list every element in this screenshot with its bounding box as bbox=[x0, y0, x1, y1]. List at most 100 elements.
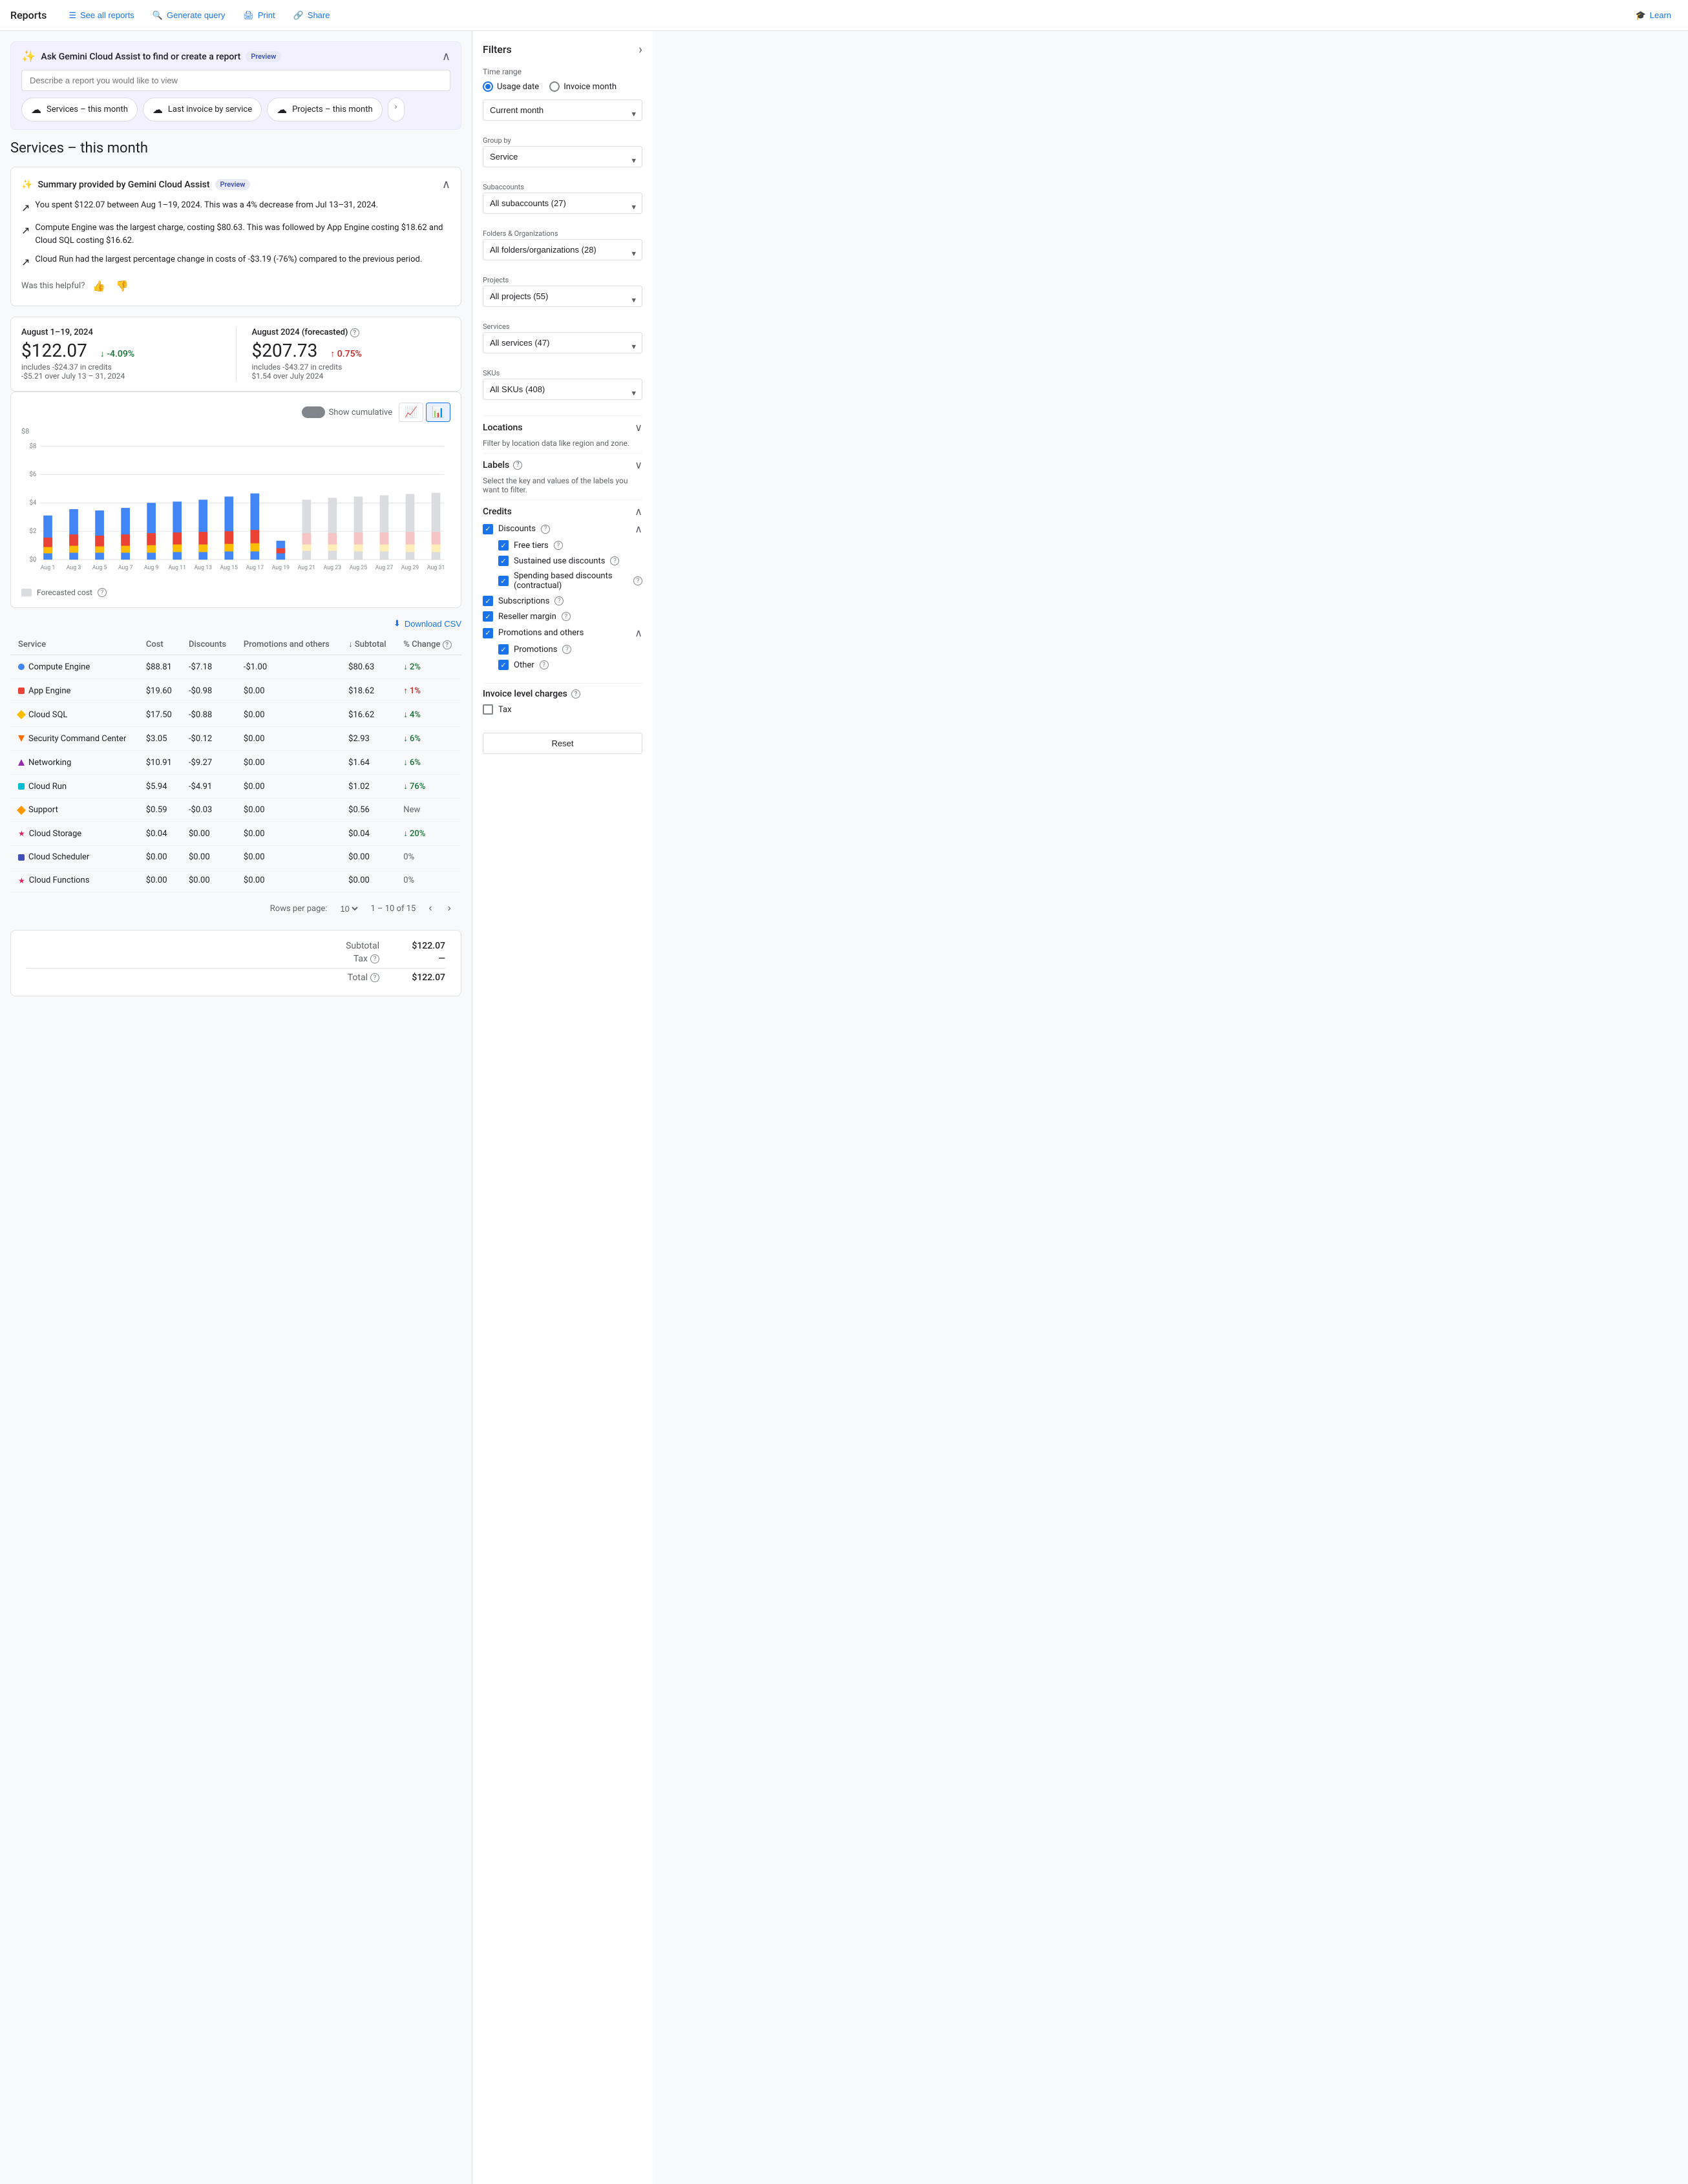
trend-icon-2: ↗ bbox=[21, 222, 30, 239]
projects-select[interactable]: All projects (55) bbox=[483, 286, 642, 307]
tax-filter-row[interactable]: Tax bbox=[483, 704, 642, 715]
credits-header[interactable]: Credits ∧ bbox=[483, 505, 642, 518]
other-help-icon[interactable]: ? bbox=[540, 660, 549, 669]
pagination-row: Rows per page: 10 25 50 1 – 10 of 15 ‹ › bbox=[10, 892, 461, 925]
page-title: Services – this month bbox=[10, 140, 461, 156]
subscriptions-row[interactable]: ✓ Subscriptions ? bbox=[483, 596, 642, 606]
reset-button[interactable]: Reset bbox=[483, 733, 642, 754]
skus-select[interactable]: All SKUs (408) bbox=[483, 379, 642, 400]
tax-help-icon[interactable]: ? bbox=[370, 954, 379, 963]
cumulative-toggle[interactable]: Show cumulative bbox=[302, 406, 393, 418]
col-discounts: Discounts bbox=[181, 634, 236, 655]
invoice-charges-section: Invoice level charges ? Tax bbox=[483, 683, 642, 725]
chip-services[interactable]: ☁ Services – this month bbox=[21, 98, 138, 121]
discounts-checkbox[interactable]: ✓ bbox=[483, 524, 493, 534]
share-button[interactable]: 🔗 Share bbox=[287, 6, 337, 25]
projects-label: Projects bbox=[483, 276, 642, 284]
skus-group: SKUs All SKUs (408) bbox=[483, 369, 642, 408]
chip-nav-forward[interactable]: › bbox=[388, 98, 405, 121]
download-csv-button[interactable]: ⬇ Download CSV bbox=[394, 618, 461, 629]
thumbs-down-button[interactable]: 👎 bbox=[113, 277, 131, 295]
promotions-sub-checkbox[interactable]: ✓ bbox=[498, 644, 509, 655]
reseller-row[interactable]: ✓ Reseller margin ? bbox=[483, 611, 642, 622]
col-change[interactable]: % Change ? bbox=[396, 634, 461, 655]
sustained-row[interactable]: ✓ Sustained use discounts ? bbox=[483, 556, 642, 566]
spending-checkbox[interactable]: ✓ bbox=[498, 576, 509, 586]
cell-subtotal: $0.00 bbox=[341, 846, 396, 869]
subaccounts-group: Subaccounts All subaccounts (27) bbox=[483, 183, 642, 222]
group-by-select[interactable]: Service bbox=[483, 146, 642, 167]
subscriptions-checkbox[interactable]: ✓ bbox=[483, 596, 493, 606]
promotions-others-checkbox[interactable]: ✓ bbox=[483, 628, 493, 638]
sustained-checkbox[interactable]: ✓ bbox=[498, 556, 509, 566]
subaccounts-label: Subaccounts bbox=[483, 183, 642, 191]
tax-checkbox[interactable] bbox=[483, 704, 493, 715]
promotions-sub-row[interactable]: ✓ Promotions ? bbox=[483, 644, 642, 655]
legend-help-icon[interactable]: ? bbox=[98, 588, 107, 597]
total-help-icon[interactable]: ? bbox=[370, 973, 379, 982]
other-checkbox[interactable]: ✓ bbox=[498, 660, 509, 670]
svg-text:Aug 27: Aug 27 bbox=[375, 565, 394, 571]
other-row[interactable]: ✓ Other ? bbox=[483, 660, 642, 670]
data-table: Service Cost Discounts Promotions and ot… bbox=[10, 634, 461, 892]
promotions-others-row[interactable]: ✓ Promotions and others ∧ bbox=[483, 627, 642, 639]
subscriptions-help-icon[interactable]: ? bbox=[554, 596, 564, 605]
metric-current-row: $122.07 ↓ -4.09% bbox=[21, 340, 220, 362]
data-table-container: Service Cost Discounts Promotions and ot… bbox=[10, 634, 461, 925]
free-tiers-checkbox[interactable]: ✓ bbox=[498, 540, 509, 551]
rows-per-page-select[interactable]: 10 25 50 bbox=[337, 903, 360, 914]
current-month-select[interactable]: Current month bbox=[483, 100, 642, 121]
locations-row[interactable]: Locations ∨ bbox=[483, 415, 642, 439]
locations-desc: Filter by location data like region and … bbox=[483, 439, 642, 448]
chip-icon-invoice: ☁ bbox=[153, 103, 163, 116]
filters-sidebar: Filters › Time range Usage date Invoice … bbox=[472, 31, 653, 2184]
cell-service: App Engine bbox=[10, 679, 138, 703]
folders-select[interactable]: All folders/organizations (28) bbox=[483, 239, 642, 260]
usage-date-radio[interactable]: Usage date bbox=[483, 81, 539, 92]
bar-chart-button[interactable]: 📊 bbox=[426, 403, 450, 422]
labels-row[interactable]: Labels ? ∨ bbox=[483, 453, 642, 476]
main-layout: ✨ Ask Gemini Cloud Assist to find or cre… bbox=[0, 31, 1688, 2184]
filters-collapse-button[interactable]: › bbox=[638, 41, 642, 57]
metric-current-period: August 1–19, 2024 bbox=[21, 328, 220, 337]
labels-help-icon[interactable]: ? bbox=[513, 461, 522, 470]
pagination-next-button[interactable]: › bbox=[445, 900, 454, 917]
gemini-input[interactable] bbox=[21, 70, 450, 91]
cell-change: 0% bbox=[396, 869, 461, 892]
generate-query-button[interactable]: 🔍 Generate query bbox=[146, 6, 232, 25]
discounts-row[interactable]: ✓ Discounts ? ∧ bbox=[483, 523, 642, 535]
free-tiers-help-icon[interactable]: ? bbox=[554, 541, 563, 550]
learn-button[interactable]: 🎓 Learn bbox=[1629, 6, 1678, 25]
discounts-help-icon[interactable]: ? bbox=[541, 525, 550, 534]
metric-forecasted-period: August 2024 (forecasted) ? bbox=[252, 328, 451, 338]
sustained-help-icon[interactable]: ? bbox=[610, 556, 619, 565]
trend-icon-1: ↗ bbox=[21, 200, 30, 216]
pagination-prev-button[interactable]: ‹ bbox=[426, 900, 434, 917]
chip-projects[interactable]: ☁ Projects – this month bbox=[267, 98, 383, 121]
svg-text:Aug 11: Aug 11 bbox=[168, 565, 185, 571]
cell-discounts: -$0.98 bbox=[181, 679, 236, 703]
free-tiers-row[interactable]: ✓ Free tiers ? bbox=[483, 540, 642, 551]
chip-last-invoice[interactable]: ☁ Last invoice by service bbox=[143, 98, 262, 121]
change-help-icon[interactable]: ? bbox=[443, 640, 452, 649]
reseller-checkbox[interactable]: ✓ bbox=[483, 611, 493, 622]
print-button[interactable]: 🖨 Print bbox=[237, 6, 281, 25]
summary-collapse-button[interactable]: ∧ bbox=[442, 178, 450, 191]
svg-text:Aug 23: Aug 23 bbox=[324, 565, 342, 571]
thumbs-up-button[interactable]: 👍 bbox=[90, 277, 108, 295]
spending-row[interactable]: ✓ Spending based discounts (contractual)… bbox=[483, 571, 642, 591]
reseller-help-icon[interactable]: ? bbox=[562, 612, 571, 621]
gemini-collapse-button[interactable]: ∧ bbox=[442, 50, 450, 63]
invoice-month-radio[interactable]: Invoice month bbox=[549, 81, 617, 92]
see-all-reports-button[interactable]: ☰ See all reports bbox=[62, 6, 140, 25]
chart-svg: $8 $6 $4 $2 $0 bbox=[21, 438, 450, 580]
spending-help-icon[interactable]: ? bbox=[633, 576, 642, 585]
line-chart-button[interactable]: 📈 bbox=[399, 403, 423, 422]
services-select[interactable]: All services (47) bbox=[483, 332, 642, 353]
promotions-sub-help-icon[interactable]: ? bbox=[562, 645, 571, 654]
invoice-charges-help-icon[interactable]: ? bbox=[571, 689, 580, 698]
totals-divider bbox=[26, 968, 445, 969]
col-subtotal[interactable]: ↓ Subtotal bbox=[341, 634, 396, 655]
forecasted-help-icon[interactable]: ? bbox=[350, 328, 359, 337]
subaccounts-select[interactable]: All subaccounts (27) bbox=[483, 193, 642, 214]
